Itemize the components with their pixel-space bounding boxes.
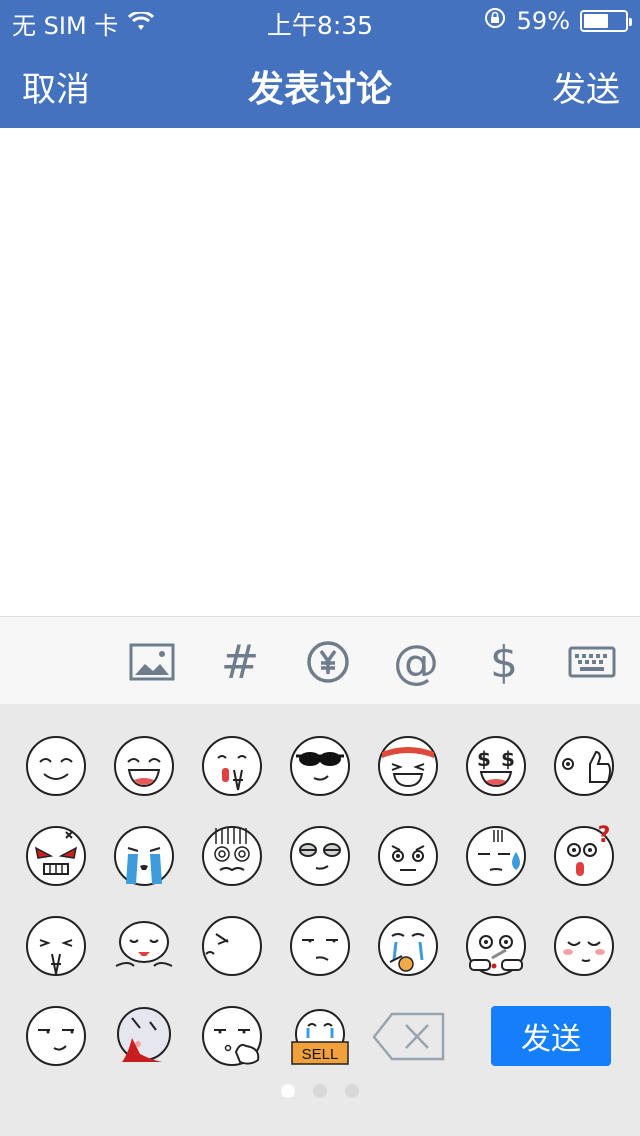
emoji-grin-pray-icon[interactable] xyxy=(24,914,88,978)
emoji-laugh-icon[interactable] xyxy=(112,734,176,798)
emoji-thinking-icon[interactable] xyxy=(200,1004,264,1068)
emoji-surprised-question-icon[interactable]: ? xyxy=(552,824,616,888)
battery-icon xyxy=(580,10,632,32)
emoji-sell-icon[interactable]: SELL xyxy=(288,1004,352,1068)
page-dot[interactable] xyxy=(313,1084,327,1098)
emoji-sly-icon[interactable] xyxy=(24,1004,88,1068)
emoji-lean-look-icon[interactable] xyxy=(200,914,264,978)
emoji-bloody-icon[interactable] xyxy=(112,1004,176,1068)
svg-text:$: $ xyxy=(477,747,491,771)
emoji-cry-eat-icon[interactable] xyxy=(376,914,440,978)
emoji-bow-icon[interactable] xyxy=(112,914,176,978)
orientation-lock-icon xyxy=(483,6,507,36)
emoji-shy-icon[interactable] xyxy=(552,914,616,978)
page-dot[interactable] xyxy=(281,1084,295,1098)
sell-label: SELL xyxy=(302,1046,339,1063)
emoji-thumbs-up-icon[interactable] xyxy=(552,734,616,798)
input-toolbar: # @ $ xyxy=(0,616,640,704)
post-content-input[interactable] xyxy=(0,128,640,616)
dollar-icon[interactable]: $ xyxy=(481,637,527,688)
emoji-sweat-icon[interactable] xyxy=(464,824,528,888)
emoji-crying-icon[interactable] xyxy=(112,824,176,888)
emoji-sad-icon[interactable] xyxy=(376,824,440,888)
delete-key[interactable] xyxy=(372,1012,446,1062)
send-button[interactable]: 发送 xyxy=(552,62,620,111)
svg-text:?: ? xyxy=(598,824,611,848)
status-bar: 无 SIM 卡 上午8:35 59% xyxy=(0,0,640,40)
emoji-speechless-icon[interactable] xyxy=(288,914,352,978)
emoji-angry-icon[interactable] xyxy=(24,824,88,888)
emoji-money-eyes-icon[interactable]: $ $ xyxy=(464,734,528,798)
emoji-send-button[interactable]: 发送 xyxy=(491,1006,611,1066)
image-icon[interactable] xyxy=(129,639,175,685)
emoji-sunglasses-icon[interactable] xyxy=(288,734,352,798)
compose-area xyxy=(0,128,640,616)
emoji-pray-cry-icon[interactable] xyxy=(200,734,264,798)
page-dot[interactable] xyxy=(345,1084,359,1098)
at-icon[interactable]: @ xyxy=(393,635,439,689)
emoji-cry-knife-icon[interactable] xyxy=(464,914,528,978)
battery-percent: 59% xyxy=(516,7,570,35)
yen-coin-icon[interactable] xyxy=(305,639,351,685)
page-title: 发表讨论 xyxy=(247,69,392,110)
emoji-panel: $ $? SELL 发送 xyxy=(0,704,640,1136)
emoji-dizzy-icon[interactable] xyxy=(200,824,264,888)
page-indicator xyxy=(0,1084,640,1098)
emoji-smile-icon[interactable] xyxy=(24,734,88,798)
emoji-headband-grin-icon[interactable] xyxy=(376,734,440,798)
keyboard-icon[interactable] xyxy=(568,639,616,685)
emoji-smug-icon[interactable] xyxy=(288,824,352,888)
svg-text:$: $ xyxy=(501,747,515,771)
header: 无 SIM 卡 上午8:35 59% 取消 发表讨论 发送 xyxy=(0,0,640,128)
nav-bar: 取消 发表讨论 发送 xyxy=(0,40,640,128)
hashtag-icon[interactable]: # xyxy=(217,635,263,689)
